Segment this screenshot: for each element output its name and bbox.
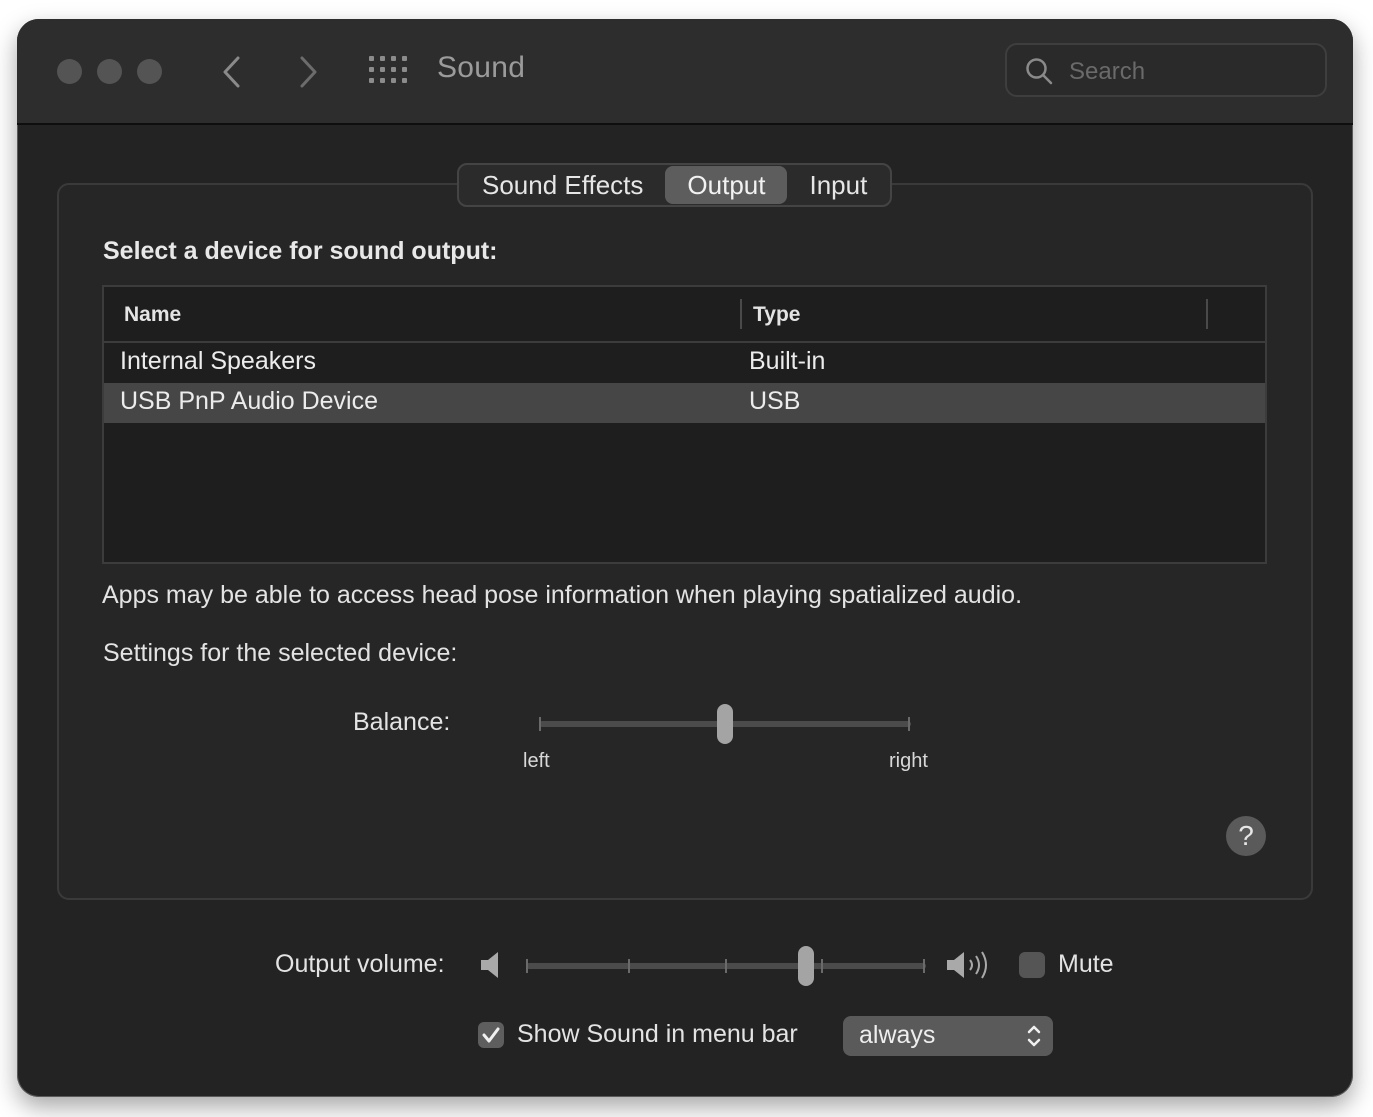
device-name: Internal Speakers: [120, 347, 316, 375]
device-name: USB PnP Audio Device: [120, 387, 379, 415]
help-icon: ?: [1238, 820, 1254, 851]
chevron-left-icon: [223, 56, 240, 88]
search-icon: [1026, 58, 1053, 85]
tab-output[interactable]: Output: [665, 166, 788, 204]
slider-tick: [908, 717, 910, 731]
search-field[interactable]: [1005, 43, 1327, 97]
tab-sound-effects[interactable]: Sound Effects: [460, 166, 665, 204]
column-divider[interactable]: [740, 299, 742, 329]
balance-left-label: left: [523, 750, 550, 772]
speaker-low-icon: [481, 952, 498, 978]
speaker-high-icon: [947, 951, 987, 979]
zoom-window-button[interactable]: [137, 59, 162, 84]
minimize-window-button[interactable]: [97, 59, 122, 84]
mute-checkbox[interactable]: [1019, 952, 1045, 978]
tab-input[interactable]: Input: [787, 166, 889, 204]
device-type: USB: [749, 387, 801, 415]
column-header-name[interactable]: Name: [124, 303, 181, 327]
device-list-heading: Select a device for sound output:: [103, 237, 498, 265]
search-input[interactable]: [1067, 55, 1311, 89]
device-settings-label: Settings for the selected device:: [103, 639, 458, 667]
show-in-menu-bar-checkbox[interactable]: [478, 1022, 504, 1048]
column-divider[interactable]: [1206, 299, 1208, 329]
slider-tick: [526, 959, 528, 973]
back-button[interactable]: [209, 49, 255, 95]
output-volume-label: Output volume:: [275, 950, 445, 978]
volume-slider-knob[interactable]: [798, 946, 814, 986]
balance-label: Balance:: [353, 708, 451, 736]
updown-arrows-icon: [1027, 1025, 1041, 1047]
chevron-right-icon: [300, 56, 317, 88]
output-device-table: Name Type Internal Speakers Built-in USB…: [102, 285, 1267, 564]
close-window-button[interactable]: [57, 59, 82, 84]
device-type: Built-in: [749, 347, 826, 375]
select-value: always: [859, 1021, 936, 1049]
window-title: Sound: [437, 51, 526, 84]
checkmark-icon: [482, 1027, 500, 1043]
column-header-type[interactable]: Type: [753, 303, 800, 327]
show-in-menu-bar-label: Show Sound in menu bar: [517, 1020, 798, 1048]
balance-right-label: right: [889, 750, 928, 772]
help-button[interactable]: ?: [1226, 816, 1266, 856]
slider-tick: [923, 959, 925, 973]
balance-slider-knob[interactable]: [717, 704, 733, 744]
slider-tick: [725, 959, 727, 973]
slider-tick: [821, 959, 823, 973]
sound-preferences-window: Sound Sound Effects Output Input Select …: [17, 19, 1353, 1097]
table-row[interactable]: Internal Speakers Built-in: [104, 343, 1265, 383]
spatial-audio-info: Apps may be able to access head pose inf…: [102, 581, 1023, 609]
forward-button[interactable]: [285, 49, 331, 95]
table-row[interactable]: USB PnP Audio Device USB: [104, 383, 1265, 423]
slider-tick: [628, 959, 630, 973]
table-header: Name Type: [104, 287, 1265, 343]
grid-icon[interactable]: [369, 56, 407, 84]
slider-tick: [539, 717, 541, 731]
mute-label: Mute: [1058, 950, 1114, 978]
title-bar: Sound: [17, 19, 1353, 125]
menu-bar-visibility-select[interactable]: always: [843, 1016, 1053, 1056]
tab-bar: Sound Effects Output Input: [457, 163, 893, 207]
